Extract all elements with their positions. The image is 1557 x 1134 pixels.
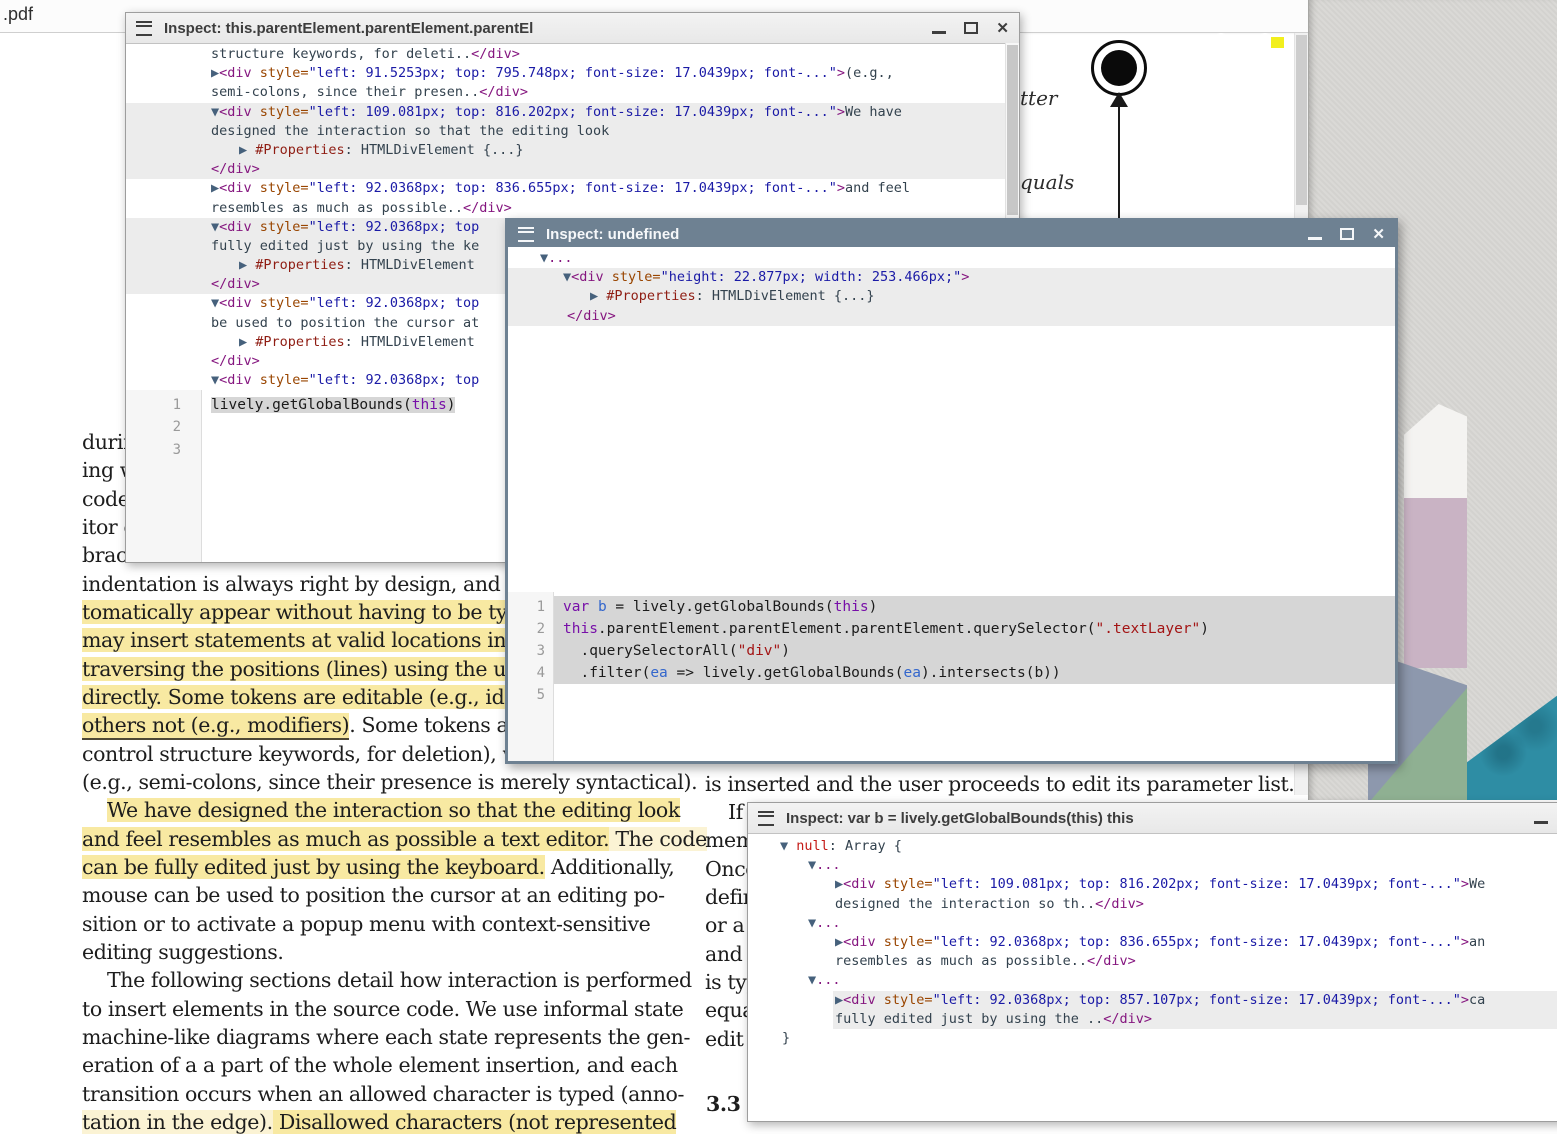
minimize-button[interactable]: [1534, 821, 1548, 824]
tree-row[interactable]: ▼<div style="left: 109.081px; top: 816.2…: [126, 103, 1006, 122]
line-number: 4: [508, 662, 553, 684]
pdf-line: is inserted and the user proceeds to edi…: [705, 772, 1294, 796]
tree-row[interactable]: semi-colons, since their presen..</div>: [126, 83, 1006, 102]
pdf-line: traversing the positions (lines) using t…: [82, 657, 519, 681]
diagram-label-letter: tter: [1020, 86, 1057, 110]
window-titlebar[interactable]: Inspect: undefined ✕: [508, 221, 1395, 247]
tree-row[interactable]: ▶<div style="left: 109.081px; top: 816.2…: [748, 875, 1557, 894]
code-line[interactable]: [554, 684, 1395, 706]
pdf-line: editing suggestions.: [82, 940, 283, 964]
tree-row[interactable]: ▶<div style="left: 92.0368px; top: 857.1…: [833, 991, 1557, 1010]
tree-row[interactable]: </div>: [126, 160, 1006, 179]
wallpaper-teal-triangle: [1467, 695, 1557, 800]
maximize-button[interactable]: [964, 22, 978, 34]
wallpaper-white-facet: [1404, 404, 1467, 500]
tree-row[interactable]: ▶<div style="left: 92.0368px; top: 836.6…: [748, 933, 1557, 952]
window-controls: [1534, 803, 1557, 833]
screen: { "colors": { "titlebar_active": "#6e819…: [0, 0, 1557, 1120]
line-number: 1: [126, 394, 201, 416]
tree-row[interactable]: ▼ null: Array {: [748, 837, 1557, 856]
window-title: Inspect: undefined: [546, 226, 679, 243]
maximize-button[interactable]: [1340, 228, 1354, 240]
pdf-line: mouse can be used to position the cursor…: [82, 883, 665, 907]
tree-row[interactable]: ▶<div style="left: 92.0368px; top: 836.6…: [126, 179, 1006, 198]
line-number: 3: [508, 640, 553, 662]
pdf-line: tation in the edge). Disallowed characte…: [82, 1110, 676, 1134]
pdf-line: directly. Some tokens are editable (e.g.…: [82, 685, 543, 709]
dom-tree: ▼ null: Array {▼...▶<div style="left: 10…: [748, 833, 1557, 1121]
tree-row[interactable]: resembles as much as possible..</div>: [748, 952, 1557, 971]
pdf-line: transition occurs when an allowed charac…: [82, 1082, 684, 1106]
line-number: 3: [126, 439, 201, 461]
tree-row[interactable]: designed the interaction so that the edi…: [126, 122, 1006, 141]
tree-row[interactable]: ▶ #Properties: HTMLDivElement {...}: [126, 141, 1006, 160]
tree-row[interactable]: ▼<div style="height: 22.877px; width: 25…: [508, 268, 1395, 287]
close-button[interactable]: ✕: [996, 21, 1009, 36]
editor-gutter: 12345: [508, 592, 554, 761]
tree-row[interactable]: </div>: [508, 307, 1395, 326]
close-button[interactable]: ✕: [1372, 227, 1385, 242]
window-titlebar[interactable]: Inspect: this.parentElement.parentElemen…: [126, 13, 1019, 44]
minimize-button[interactable]: [932, 31, 946, 34]
tree-row[interactable]: ▶<div style="left: 91.5253px; top: 795.7…: [126, 64, 1006, 83]
code-line[interactable]: .filter(ea => lively.getGlobalBounds(ea)…: [554, 662, 1395, 684]
tree-row[interactable]: }: [748, 1029, 1557, 1048]
menu-icon[interactable]: [136, 21, 152, 36]
pdf-line: machine-like diagrams where each state r…: [82, 1025, 690, 1049]
pdf-line: (e.g., semi-colons, since their presence…: [82, 770, 697, 794]
pdf-line: may insert statements at valid locations…: [82, 628, 516, 652]
code-line[interactable]: var b = lively.getGlobalBounds(this): [554, 596, 1395, 618]
editor-gutter: 123: [126, 390, 202, 562]
window-controls: ✕: [1308, 221, 1395, 247]
pdf-line: can be fully edited just by using the ke…: [82, 855, 674, 879]
window-title: Inspect: var b = lively.getGlobalBounds(…: [786, 810, 1134, 827]
tree-row[interactable]: ▼...: [748, 914, 1557, 933]
minimize-button[interactable]: [1308, 237, 1322, 240]
tree-row[interactable]: ▼...: [748, 856, 1557, 875]
menu-icon[interactable]: [518, 227, 534, 242]
wallpaper-pink-facet: [1404, 498, 1467, 668]
window-title: Inspect: this.parentElement.parentElemen…: [164, 20, 533, 37]
pdf-line: The following sections detail how intera…: [107, 968, 692, 992]
pdf-line: We have designed the interaction so that…: [107, 798, 680, 822]
end-state-fill: [1101, 50, 1137, 86]
tree-row[interactable]: fully edited just by using the ..</div>: [833, 1010, 1557, 1029]
pdf-line: to insert elements in the source code. W…: [82, 997, 683, 1021]
window-titlebar[interactable]: Inspect: var b = lively.getGlobalBounds(…: [748, 803, 1557, 834]
pdf-line: eration of a a part of the whole element…: [82, 1053, 678, 1077]
pdf-tab-label[interactable]: .pdf: [3, 4, 33, 25]
pdf-line: control structure keywords, for deletion…: [82, 742, 544, 766]
window-controls: ✕: [932, 13, 1019, 43]
tree-row[interactable]: ▼...: [748, 971, 1557, 990]
yellow-marker: [1271, 37, 1284, 48]
pdf-line: and feel resembles as much as possible a…: [82, 827, 707, 851]
code-line[interactable]: .querySelectorAll("div"): [554, 640, 1395, 662]
line-number: 2: [508, 618, 553, 640]
editor-code[interactable]: var b = lively.getGlobalBounds(this)this…: [554, 592, 1395, 761]
inspector-window-bounds-result: Inspect: var b = lively.getGlobalBounds(…: [747, 802, 1557, 1122]
code-editor[interactable]: 12345 var b = lively.getGlobalBounds(thi…: [508, 592, 1395, 761]
pdf-line: code: [82, 487, 129, 511]
tree-row[interactable]: ▼...: [508, 249, 1395, 268]
line-number: 5: [508, 684, 553, 706]
tree-row[interactable]: structure keywords, for deleti..</div>: [126, 45, 1006, 64]
dom-tree: ▼...▼<div style="height: 22.877px; width…: [508, 247, 1395, 339]
pdf-line: others not (e.g., modifiers). Some token…: [82, 713, 529, 737]
line-number: 2: [126, 416, 201, 438]
window-scrollbar-thumb[interactable]: [1007, 45, 1018, 215]
tree-row[interactable]: resembles as much as possible..</div>: [126, 199, 1006, 218]
line-number: 1: [508, 596, 553, 618]
pdf-line: sition or to activate a popup menu with …: [82, 912, 650, 936]
pdf-line: indentation is always right by design, a…: [82, 572, 517, 596]
transition-line: [1118, 104, 1120, 218]
tree-row[interactable]: ▶ #Properties: HTMLDivElement {...}: [508, 287, 1395, 306]
inspector-window-undefined: Inspect: undefined ✕ ▼...▼<div style="he…: [505, 218, 1398, 764]
menu-icon[interactable]: [758, 811, 774, 826]
page-scrollbar-thumb[interactable]: [1296, 35, 1307, 205]
diagram-label-equals: quals: [1020, 170, 1074, 194]
code-line[interactable]: this.parentElement.parentElement.parentE…: [554, 618, 1395, 640]
pdf-line: tomatically appear without having to be …: [82, 600, 507, 624]
tree-row[interactable]: designed the interaction so th..</div>: [748, 895, 1557, 914]
pdf-line: 3.3: [706, 1092, 740, 1116]
